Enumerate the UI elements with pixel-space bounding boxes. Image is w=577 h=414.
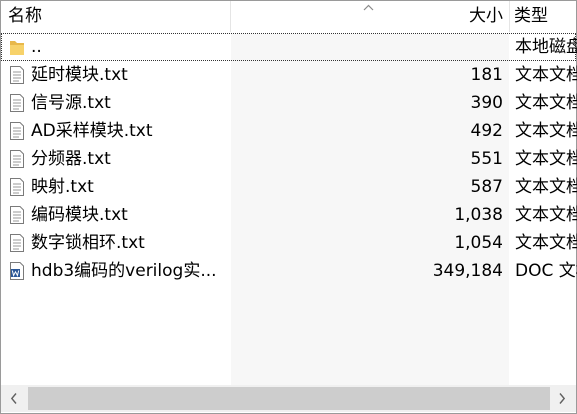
file-name: 延时模块.txt <box>31 65 128 85</box>
list-item[interactable]: 编码模块.txt 1,038 文本文档 <box>1 201 577 229</box>
file-list: .. 本地磁盘 延时模块.txt 181 文本文档 信号源.txt 390 文本… <box>1 33 577 285</box>
file-name: hdb3编码的verilog实... <box>31 261 217 281</box>
text-file-icon <box>10 234 24 252</box>
scrollbar-thumb[interactable] <box>28 387 550 410</box>
column-header-type[interactable]: 类型 <box>514 1 548 32</box>
file-type: 文本文档 <box>515 65 577 85</box>
word-doc-icon <box>10 262 24 280</box>
file-size: 551 <box>470 149 503 169</box>
file-size: 1,038 <box>454 205 503 225</box>
text-file-icon <box>10 122 24 140</box>
list-item[interactable]: 分频器.txt 551 文本文档 <box>1 145 577 173</box>
chevron-right-icon <box>559 393 565 404</box>
file-name: 信号源.txt <box>31 93 111 113</box>
folder-icon <box>10 41 24 55</box>
file-type: 本地磁盘 <box>515 37 577 57</box>
column-divider[interactable] <box>509 1 510 32</box>
column-header-size[interactable]: 大小 <box>469 1 503 32</box>
list-item[interactable]: 映射.txt 587 文本文档 <box>1 173 577 201</box>
file-name: 分频器.txt <box>31 149 111 169</box>
file-name: .. <box>31 37 42 57</box>
list-item[interactable]: 数字锁相环.txt 1,054 文本文档 <box>1 229 577 257</box>
file-size: 492 <box>470 121 503 141</box>
text-file-icon <box>10 178 24 196</box>
file-name: 数字锁相环.txt <box>31 233 145 253</box>
file-name: AD采样模块.txt <box>31 121 153 141</box>
file-type: 文本文档 <box>515 205 577 225</box>
file-name: 编码模块.txt <box>31 205 128 225</box>
file-name: 映射.txt <box>31 177 94 197</box>
list-item[interactable]: AD采样模块.txt 492 文本文档 <box>1 117 577 145</box>
column-divider[interactable] <box>230 1 231 32</box>
horizontal-scrollbar[interactable] <box>1 385 576 412</box>
list-item[interactable]: hdb3编码的verilog实... 349,184 DOC 文档 <box>1 257 577 285</box>
scroll-right-button[interactable] <box>549 385 576 412</box>
file-type: 文本文档 <box>515 121 577 141</box>
file-type: 文本文档 <box>515 233 577 253</box>
file-size: 181 <box>470 65 503 85</box>
column-header-bar: 名称 大小 类型 <box>1 1 576 32</box>
column-header-name[interactable]: 名称 <box>8 1 42 32</box>
list-item[interactable]: 信号源.txt 390 文本文档 <box>1 89 577 117</box>
list-item[interactable]: .. 本地磁盘 <box>1 33 577 61</box>
sort-ascending-icon <box>363 4 374 11</box>
list-item[interactable]: 延时模块.txt 181 文本文档 <box>1 61 577 89</box>
chevron-left-icon <box>11 393 17 404</box>
file-type: 文本文档 <box>515 149 577 169</box>
text-file-icon <box>10 206 24 224</box>
text-file-icon <box>10 66 24 84</box>
file-type: 文本文档 <box>515 177 577 197</box>
text-file-icon <box>10 94 24 112</box>
file-size: 587 <box>470 177 503 197</box>
file-size: 349,184 <box>432 261 503 281</box>
scroll-left-button[interactable] <box>1 385 28 412</box>
text-file-icon <box>10 150 24 168</box>
file-size: 390 <box>470 93 503 113</box>
file-type: 文本文档 <box>515 93 577 113</box>
file-type: DOC 文档 <box>515 261 577 281</box>
file-size: 1,054 <box>454 233 503 253</box>
